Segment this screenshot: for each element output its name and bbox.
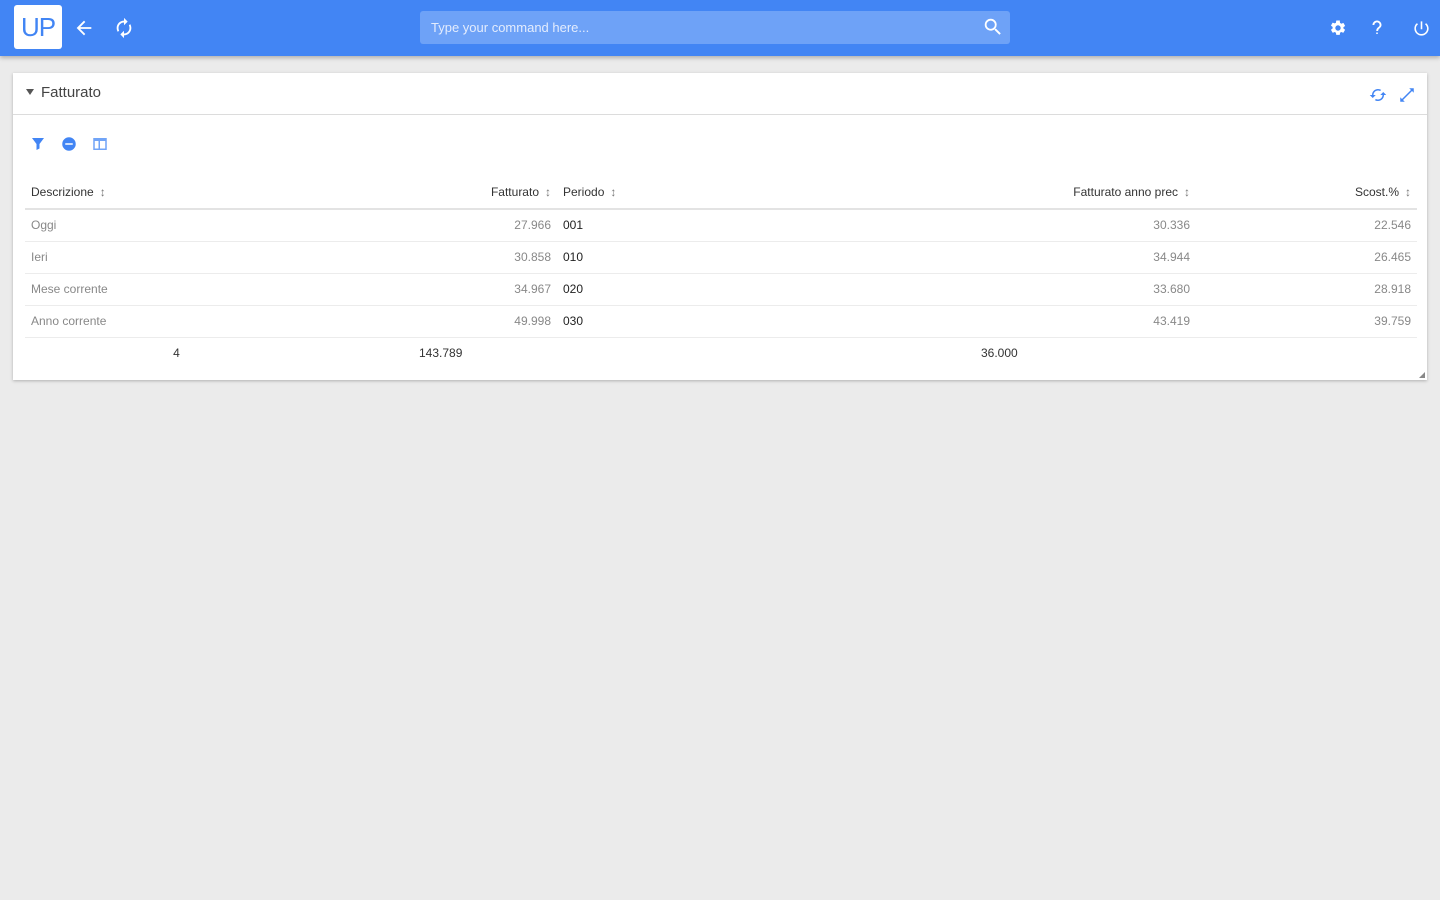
cell-fatturato: 34.967 <box>244 273 557 306</box>
refresh-icon[interactable] <box>110 14 138 42</box>
cell-periodo: 030 <box>557 305 693 338</box>
cell-periodo: 010 <box>557 241 693 274</box>
cell-scost: 39.759 <box>1196 305 1417 338</box>
filter-icon[interactable] <box>29 135 49 155</box>
cell-fatturato-prec: 34.944 <box>693 241 1196 274</box>
panel-refresh-icon[interactable] <box>1369 86 1389 106</box>
expand-icon[interactable] <box>1398 86 1418 106</box>
cell-descrizione: Mese corrente <box>25 273 244 306</box>
sort-icon[interactable]: ↕ <box>610 185 616 199</box>
sort-icon[interactable]: ↕ <box>100 185 106 199</box>
column-header-scost[interactable]: Scost.% ↕ <box>1196 175 1417 210</box>
sort-icon[interactable]: ↕ <box>545 185 551 199</box>
cell-descrizione: Oggi <box>25 209 244 242</box>
command-input[interactable] <box>420 11 980 44</box>
table-footer-row: 4 143.789 36.000 <box>25 337 1417 369</box>
columns-icon[interactable] <box>91 135 111 155</box>
column-header-fatturato[interactable]: Fatturato ↕ <box>244 175 557 210</box>
column-header-periodo[interactable]: Periodo ↕ <box>557 175 693 210</box>
footer-empty <box>1196 337 1417 369</box>
gear-icon[interactable] <box>1324 14 1352 42</box>
table-row[interactable]: Mese corrente 34.967 020 33.680 28.918 <box>25 273 1417 306</box>
table-header-row: Descrizione ↕ Fatturato ↕ Periodo ↕ Fattura… <box>25 175 1417 210</box>
app-logo[interactable]: UP <box>14 5 62 49</box>
power-icon[interactable] <box>1407 14 1435 42</box>
column-header-descrizione[interactable]: Descrizione ↕ <box>25 175 244 210</box>
panel-title: Fatturato <box>41 84 102 101</box>
sort-icon[interactable]: ↕ <box>1184 185 1190 199</box>
cell-scost: 28.918 <box>1196 273 1417 306</box>
fatturato-table: Descrizione ↕ Fatturato ↕ Periodo ↕ Fattura… <box>25 175 1417 369</box>
cell-fatturato: 30.858 <box>244 241 557 274</box>
cell-fatturato: 49.998 <box>244 305 557 338</box>
resize-handle-icon[interactable] <box>1419 372 1425 378</box>
fatturato-panel: Fatturato Descrizione ↕ Fatturato ↕ Period… <box>13 73 1427 380</box>
cell-periodo: 020 <box>557 273 693 306</box>
footer-periodo-total: 36.000 <box>981 346 1018 361</box>
search-icon[interactable] <box>982 16 1004 38</box>
table-row[interactable]: Oggi 27.966 001 30.336 22.546 <box>25 209 1417 242</box>
footer-count: 4 <box>173 346 180 361</box>
cell-fatturato-prec: 43.419 <box>693 305 1196 338</box>
top-bar: UP <box>0 0 1440 56</box>
cell-descrizione: Ieri <box>25 241 244 274</box>
back-arrow-icon[interactable] <box>70 14 98 42</box>
cell-scost: 26.465 <box>1196 241 1417 274</box>
command-search <box>420 11 1010 44</box>
cell-fatturato-prec: 30.336 <box>693 209 1196 242</box>
cell-periodo: 001 <box>557 209 693 242</box>
sort-icon[interactable]: ↕ <box>1405 185 1411 199</box>
table-row[interactable]: Ieri 30.858 010 34.944 26.465 <box>25 241 1417 274</box>
cell-fatturato: 27.966 <box>244 209 557 242</box>
cell-fatturato-prec: 33.680 <box>693 273 1196 306</box>
table-row[interactable]: Anno corrente 49.998 030 43.419 39.759 <box>25 305 1417 338</box>
panel-header: Fatturato <box>13 73 1427 115</box>
cell-descrizione: Anno corrente <box>25 305 244 338</box>
column-header-fatturato-prec[interactable]: Fatturato anno prec ↕ <box>693 175 1196 210</box>
remove-filter-icon[interactable] <box>60 135 80 155</box>
cell-scost: 22.546 <box>1196 209 1417 242</box>
footer-empty <box>557 337 693 369</box>
help-icon[interactable] <box>1363 14 1391 42</box>
footer-fatturato-total: 143.789 <box>419 346 463 361</box>
collapse-caret-icon[interactable] <box>26 89 34 95</box>
